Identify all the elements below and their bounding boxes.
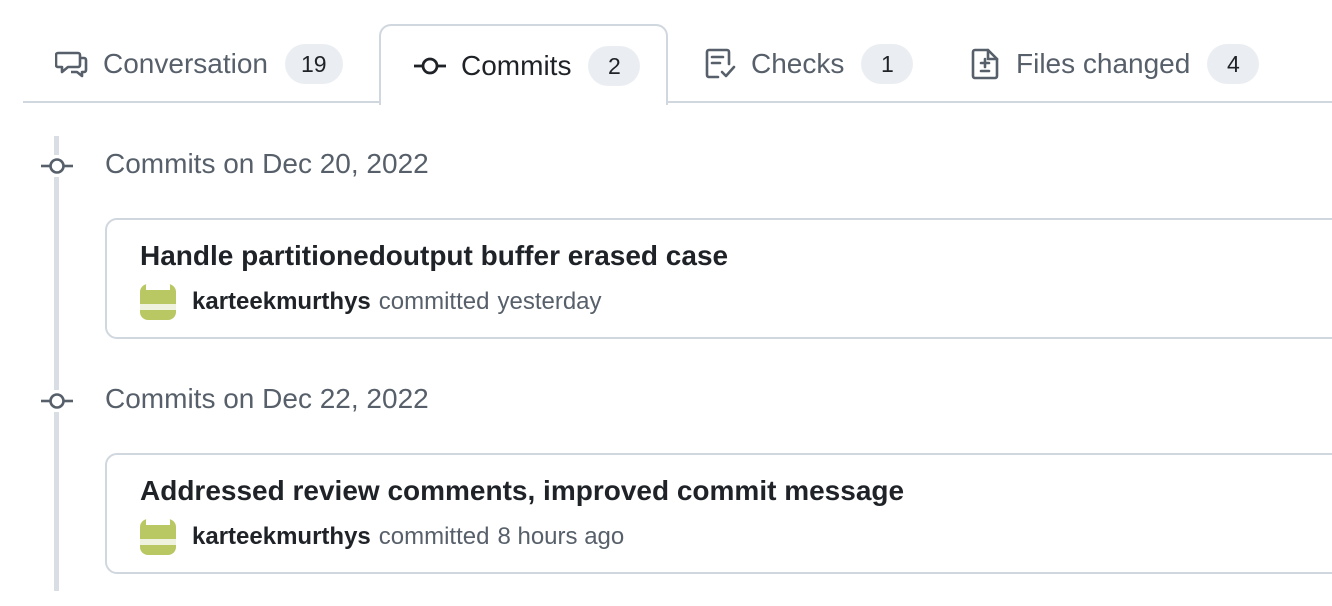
- checklist-icon: [703, 47, 737, 81]
- tab-label: Checks: [751, 47, 845, 79]
- commit-meta: karteekmurthys committed 8 hours ago: [140, 519, 624, 555]
- commit-message-link[interactable]: Handle partitionedoutput buffer erased c…: [140, 240, 728, 272]
- commit-time[interactable]: yesterday: [497, 288, 601, 316]
- pr-tab-nav: Conversation 19 Commits 2 Checks 1 Files…: [23, 0, 1332, 105]
- avatar[interactable]: [140, 519, 176, 555]
- tab-files-changed[interactable]: Files changed 4: [968, 24, 1260, 103]
- author-link[interactable]: karteekmurthys: [192, 288, 371, 316]
- tab-label: Commits: [461, 49, 572, 81]
- author-link[interactable]: karteekmurthys: [192, 523, 371, 551]
- tab-conversation[interactable]: Conversation 19: [55, 24, 343, 103]
- tab-counter: 2: [588, 45, 641, 86]
- git-commit-icon: [413, 49, 447, 83]
- commit-group-title: Commits on Dec 20, 2022: [105, 148, 429, 179]
- commit-action: committed: [378, 288, 490, 315]
- git-commit-icon: [40, 390, 74, 412]
- tab-counter: 19: [284, 43, 343, 84]
- commit-group-title: Commits on Dec 22, 2022: [105, 383, 429, 414]
- commit-time[interactable]: 8 hours ago: [497, 523, 624, 551]
- avatar[interactable]: [140, 284, 176, 320]
- timeline-line: [54, 136, 59, 591]
- comment-discussion-icon: [55, 47, 89, 81]
- commit-action: committed: [378, 523, 490, 550]
- tab-checks[interactable]: Checks 1: [703, 24, 914, 103]
- tab-counter: 1: [861, 43, 914, 84]
- tab-label: Conversation: [103, 47, 268, 79]
- commit-meta: karteekmurthys committed yesterday: [140, 284, 602, 320]
- tab-commits[interactable]: Commits 2: [379, 24, 668, 105]
- tab-counter: 4: [1207, 43, 1260, 84]
- commit-message-link[interactable]: Addressed review comments, improved comm…: [140, 475, 904, 507]
- commit-card: Handle partitionedoutput buffer erased c…: [105, 218, 1332, 339]
- file-diff-icon: [968, 47, 1002, 81]
- tab-label: Files changed: [1016, 47, 1191, 79]
- commit-card: Addressed review comments, improved comm…: [105, 453, 1332, 574]
- git-commit-icon: [40, 155, 74, 177]
